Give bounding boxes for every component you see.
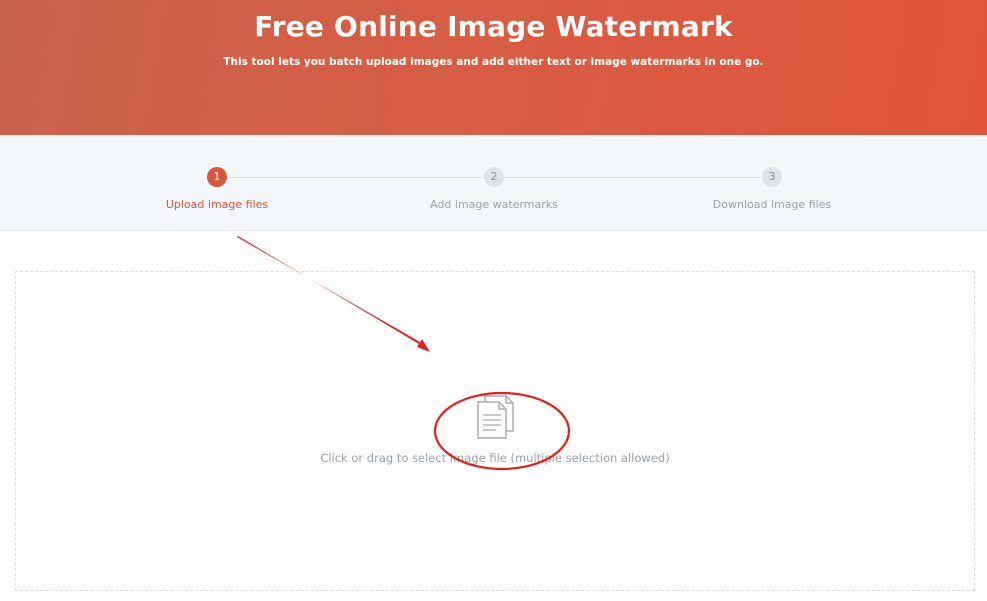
page-subtitle: This tool lets you batch upload images a… [223,56,764,68]
upload-instruction[interactable]: Click or drag to select image file (mult… [15,451,975,465]
step-number: 1 [207,167,227,187]
step-label: Download image files [712,198,832,211]
step-download: 3 Download image files [672,167,872,211]
step-add-watermarks: 2 Add image watermarks [394,167,594,211]
step-number: 2 [484,167,504,187]
step-label: Upload image files [165,198,269,211]
step-label: Add image watermarks [430,198,558,211]
page-title: Free Online Image Watermark [254,10,733,43]
step-upload: 1 Upload image files [117,167,317,211]
step-number: 3 [762,167,782,187]
steps-bar: 1 Upload image files 2 Add image waterma… [0,135,987,231]
hero-header: Free Online Image Watermark This tool le… [0,0,987,135]
page: Free Online Image Watermark This tool le… [0,0,987,601]
documents-icon[interactable] [476,395,514,439]
